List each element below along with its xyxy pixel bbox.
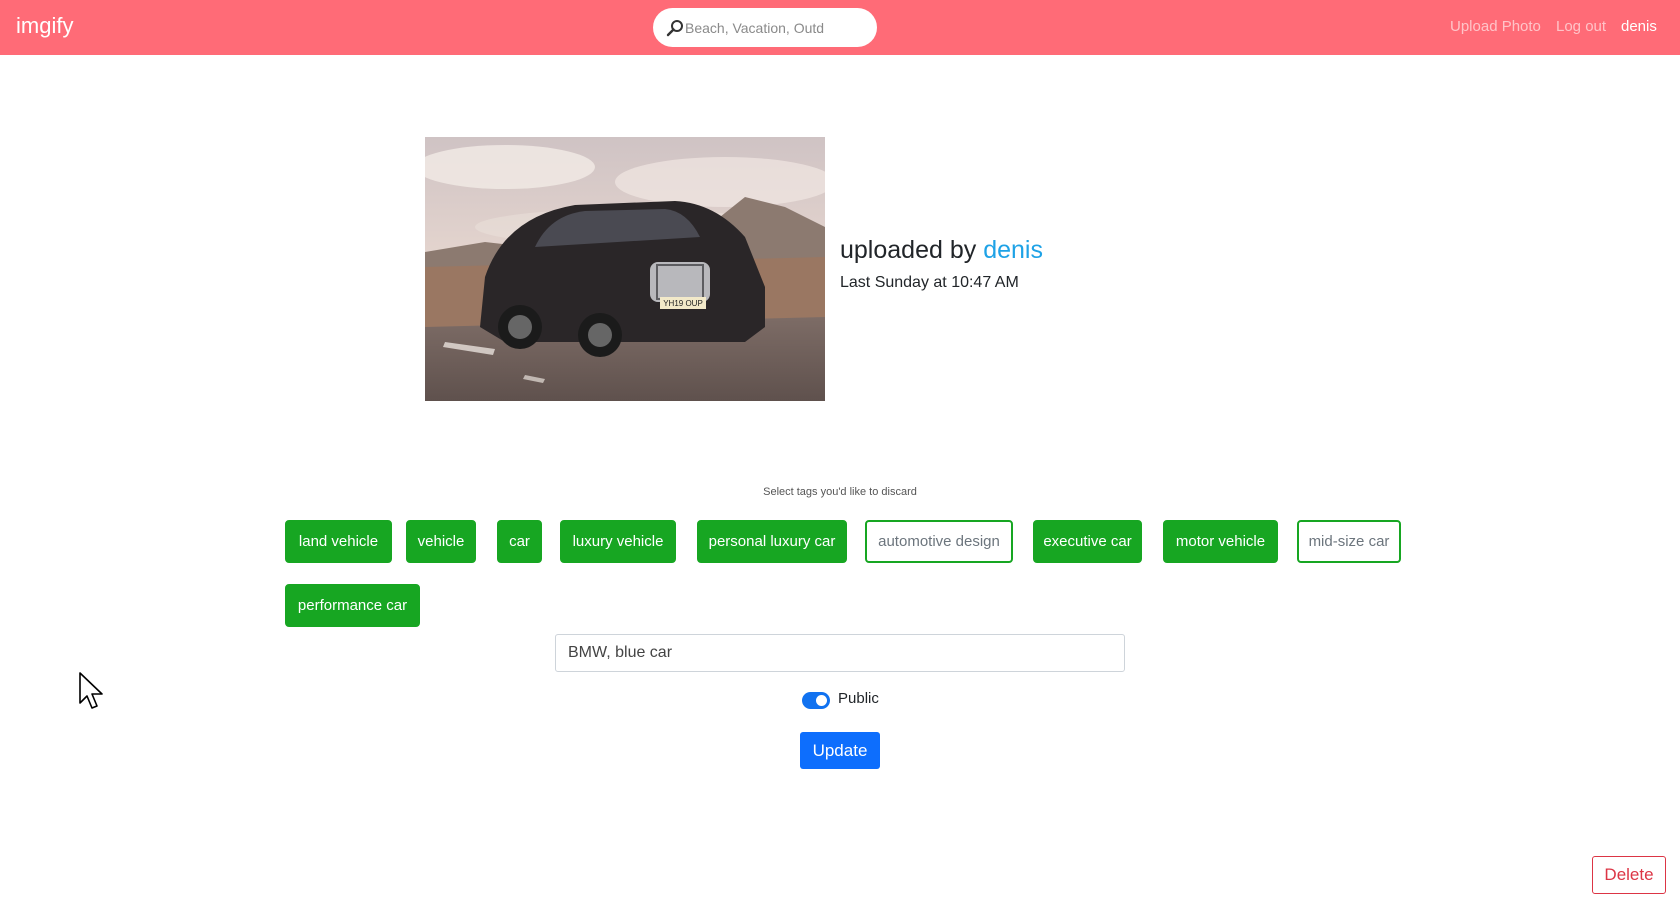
- brand-logo[interactable]: imgify: [16, 13, 73, 39]
- tags-instruction: Select tags you'd like to discard: [763, 486, 917, 498]
- search-icon: [666, 20, 683, 37]
- navbar: imgify Upload Photo Log out denis: [0, 0, 1680, 55]
- tag-chip[interactable]: automotive design: [865, 520, 1013, 563]
- logout-link[interactable]: Log out: [1556, 18, 1606, 35]
- public-toggle[interactable]: [802, 692, 830, 709]
- uploaded-by: uploaded by denis: [840, 236, 1043, 265]
- upload-time: Last Sunday at 10:47 AM: [840, 274, 1019, 291]
- toggle-knob: [816, 695, 827, 706]
- tag-chip[interactable]: executive car: [1033, 520, 1142, 563]
- custom-tags-input[interactable]: [555, 634, 1125, 672]
- uploaded-prefix: uploaded by: [840, 236, 984, 264]
- tag-chip[interactable]: performance car: [285, 584, 420, 627]
- license-plate: YH19 OUP: [663, 299, 703, 308]
- user-link[interactable]: denis: [1621, 18, 1657, 35]
- search-box[interactable]: [653, 8, 877, 47]
- mouse-cursor-icon: [79, 672, 103, 709]
- uploaded-photo: YH19 OUP: [425, 137, 825, 401]
- update-button[interactable]: Update: [800, 732, 880, 769]
- search-input[interactable]: [685, 14, 869, 42]
- public-label: Public: [838, 690, 879, 707]
- uploader-link[interactable]: denis: [983, 236, 1043, 264]
- car-photo-illustration: YH19 OUP: [425, 137, 825, 401]
- upload-photo-link[interactable]: Upload Photo: [1450, 18, 1541, 35]
- tag-chip[interactable]: vehicle: [406, 520, 476, 563]
- tag-chip[interactable]: car: [497, 520, 542, 563]
- delete-button[interactable]: Delete: [1592, 856, 1666, 894]
- tag-chip[interactable]: land vehicle: [285, 520, 392, 563]
- tag-chip[interactable]: mid-size car: [1297, 520, 1401, 563]
- tag-chip[interactable]: luxury vehicle: [560, 520, 676, 563]
- tag-chip[interactable]: motor vehicle: [1163, 520, 1278, 563]
- tag-chip[interactable]: personal luxury car: [697, 520, 847, 563]
